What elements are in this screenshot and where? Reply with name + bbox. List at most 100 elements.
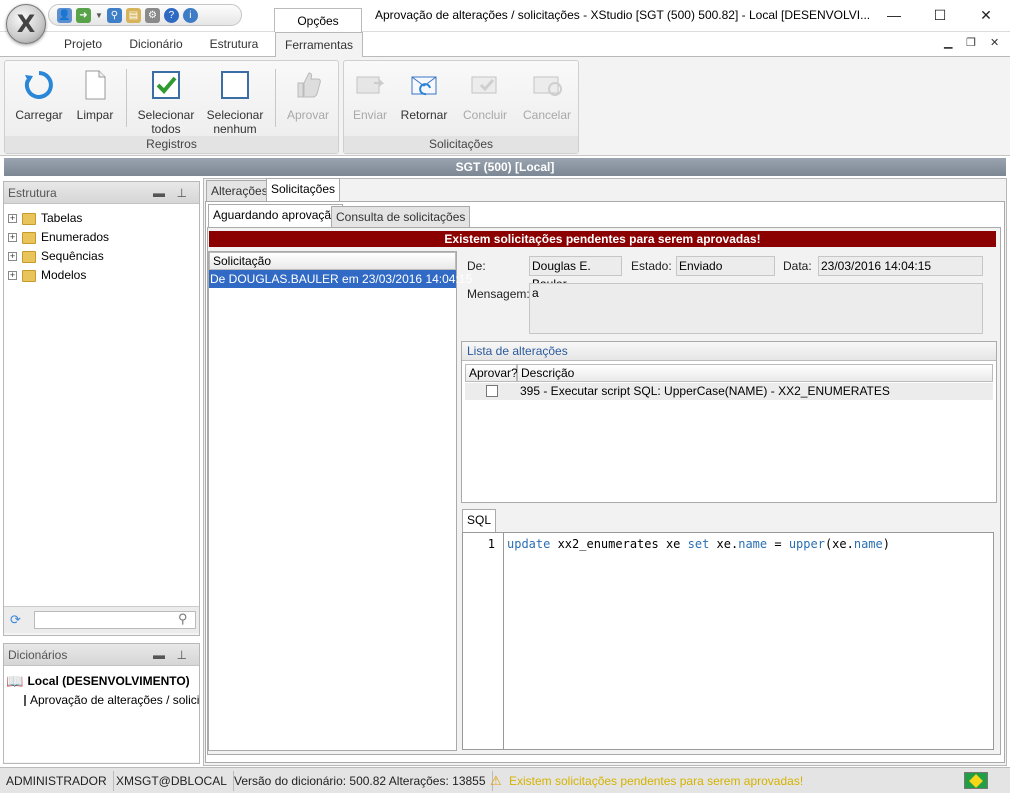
estrutura-tree: + Tabelas + Enumerados + Sequências + Modelo…	[4, 204, 199, 606]
info-icon[interactable]: i	[182, 7, 198, 23]
tab-estrutura[interactable]: Estrutura	[204, 32, 264, 56]
sql-code-line: update xx2_enumerates xe set xe.name = u…	[507, 537, 890, 551]
minimize-panel-icon[interactable]: ▬	[153, 182, 165, 204]
minimize-button[interactable]: —	[871, 0, 917, 30]
sql-text: )	[882, 537, 890, 551]
dicionarios-tree: 📖 Local (DESENVOLVIMENTO) Aprovação de al…	[4, 666, 199, 762]
enviar-button[interactable]: Enviar	[340, 65, 400, 135]
list-header[interactable]: Solicitação	[209, 252, 456, 270]
ribbon: Carregar Limpar Selecionar todos Selecio…	[0, 56, 1010, 156]
blank-page-icon	[85, 70, 106, 100]
tree-item-aprovacao[interactable]: Aprovação de alterações / solici	[4, 691, 199, 710]
changes-title: Lista de alterações	[462, 342, 996, 361]
folder-icon	[22, 269, 36, 282]
pin-icon[interactable]: ⊥	[177, 182, 187, 204]
folder-icon	[22, 250, 36, 263]
mdi-restore-icon[interactable]: ❐	[966, 36, 976, 49]
refresh-icon[interactable]: ⟳	[10, 612, 21, 628]
expand-icon[interactable]: +	[8, 252, 17, 261]
search-icon[interactable]: ⚲	[178, 611, 188, 627]
application-menu-orb[interactable]: X	[6, 4, 46, 44]
tree-item-modelos[interactable]: + Modelos	[4, 266, 199, 285]
dicionarios-panel: Dicionários ▬ ⊥ 📖 Local (DESENVOLVIMENTO)…	[3, 643, 200, 764]
de-label: De:	[467, 259, 486, 273]
aprovar-button[interactable]: Aprovar	[278, 65, 338, 135]
search-icon[interactable]: ⚲	[106, 7, 122, 23]
solicitacao-list: Solicitação De DOUGLAS.BAULER em 23/03/2…	[208, 251, 472, 751]
status-bar: ADMINISTRADOR XMSGT@DBLOCAL Versão do di…	[0, 767, 1010, 793]
separator	[275, 69, 276, 127]
tab-dicionario[interactable]: Dicionário	[122, 32, 190, 56]
tree-item-enumerados[interactable]: + Enumerados	[4, 228, 199, 247]
window-icon	[24, 695, 26, 706]
group-caption-solicitacoes: Solicitações	[344, 136, 578, 153]
mensagem-field[interactable]: a	[529, 283, 983, 334]
group-registros: Carregar Limpar Selecionar todos Selecio…	[4, 60, 339, 154]
tab-ferramentas[interactable]: Ferramentas	[275, 32, 363, 57]
flag-brazil-icon[interactable]	[964, 772, 988, 789]
col-descricao[interactable]: Descrição	[517, 364, 993, 382]
minimize-panel-icon[interactable]: ▬	[153, 644, 165, 666]
tab-alteracoes[interactable]: Alterações	[206, 180, 273, 202]
dicionarios-header: Dicionários ▬ ⊥	[4, 644, 199, 666]
options-tab[interactable]: Opções	[274, 8, 362, 32]
maximize-button[interactable]: ☐	[917, 0, 963, 30]
pin-icon[interactable]: ⊥	[177, 644, 187, 666]
project-banner: SGT (500) [Local]	[4, 158, 1006, 176]
limpar-button[interactable]: Limpar	[65, 65, 125, 135]
tree-item-tabelas[interactable]: + Tabelas	[4, 209, 199, 228]
sql-keyword: update	[507, 537, 551, 551]
estado-field[interactable]: Enviado	[676, 256, 775, 276]
sql-editor[interactable]: 1 update xx2_enumerates xe set xe.name =…	[462, 532, 994, 750]
selecionar-nenhum-button[interactable]: Selecionar nenhum	[205, 65, 265, 136]
status-user: ADMINISTRADOR	[0, 771, 114, 791]
tab-aguardando[interactable]: Aguardando aprovação	[208, 204, 343, 228]
approve-checkbox[interactable]	[486, 385, 498, 397]
changes-box: Lista de alterações Aprovar? Descrição 3…	[461, 341, 997, 503]
col-aprovar[interactable]: Aprovar?	[465, 364, 518, 382]
mensagem-label: Mensagem:	[467, 287, 530, 301]
sql-keyword: set	[687, 537, 710, 551]
cancel-mail-icon	[533, 76, 562, 96]
tab-consulta[interactable]: Consulta de solicitações	[331, 206, 471, 228]
separator	[126, 69, 127, 127]
return-mail-icon	[411, 76, 437, 96]
help-icon[interactable]: ?	[163, 7, 179, 23]
refresh-icon	[24, 71, 53, 99]
selecionar-todos-button[interactable]: Selecionar todos	[136, 65, 196, 136]
folder-icon	[22, 212, 36, 225]
status-db: XMSGT@DBLOCAL	[110, 771, 234, 791]
cancelar-button[interactable]: Cancelar	[517, 65, 577, 135]
tab-sql[interactable]: SQL	[462, 509, 497, 533]
retornar-button[interactable]: Retornar	[394, 65, 454, 135]
tab-projeto[interactable]: Projeto	[58, 32, 108, 56]
expand-icon[interactable]: +	[8, 214, 17, 223]
mdi-close-icon[interactable]: ✕	[990, 36, 999, 49]
dropdown-arrow-icon[interactable]: ▼	[95, 11, 103, 20]
tree-item-sequencias[interactable]: + Sequências	[4, 247, 199, 266]
gear-icon[interactable]: ⚙	[144, 7, 160, 23]
sql-keyword: name	[853, 537, 883, 551]
expand-icon[interactable]: +	[8, 233, 17, 242]
data-field[interactable]: 23/03/2016 14:04:15	[818, 256, 983, 276]
sql-keyword: name	[738, 537, 768, 551]
list-item[interactable]: De DOUGLAS.BAULER em 23/03/2016 14:04:15	[209, 270, 472, 288]
concluir-button[interactable]: Concluir	[455, 65, 515, 135]
change-description: 395 - Executar script SQL: UpperCase(NAM…	[520, 384, 890, 398]
mdi-minimize-icon[interactable]: ▁	[944, 36, 952, 49]
table-row[interactable]: 395 - Executar script SQL: UpperCase(NAM…	[465, 383, 993, 400]
estrutura-header: Estrutura ▬ ⊥	[4, 182, 199, 204]
warning-icon: ⚠	[490, 773, 502, 788]
book-icon[interactable]: ▤	[125, 7, 141, 23]
close-button[interactable]: ✕	[963, 0, 1009, 30]
line-number: 1	[487, 537, 495, 551]
tree-item-local[interactable]: 📖 Local (DESENVOLVIMENTO)	[4, 672, 199, 691]
data-label: Data:	[783, 259, 812, 273]
expand-icon[interactable]: +	[8, 271, 17, 280]
tree-search-input[interactable]	[34, 611, 196, 629]
de-field[interactable]: Douglas E. Bauler	[529, 256, 622, 291]
export-icon[interactable]: ➜	[76, 7, 91, 23]
user-icon[interactable]: 👤	[57, 7, 72, 23]
carregar-button[interactable]: Carregar	[9, 65, 69, 135]
tab-solicitacoes[interactable]: Solicitações	[266, 178, 341, 202]
